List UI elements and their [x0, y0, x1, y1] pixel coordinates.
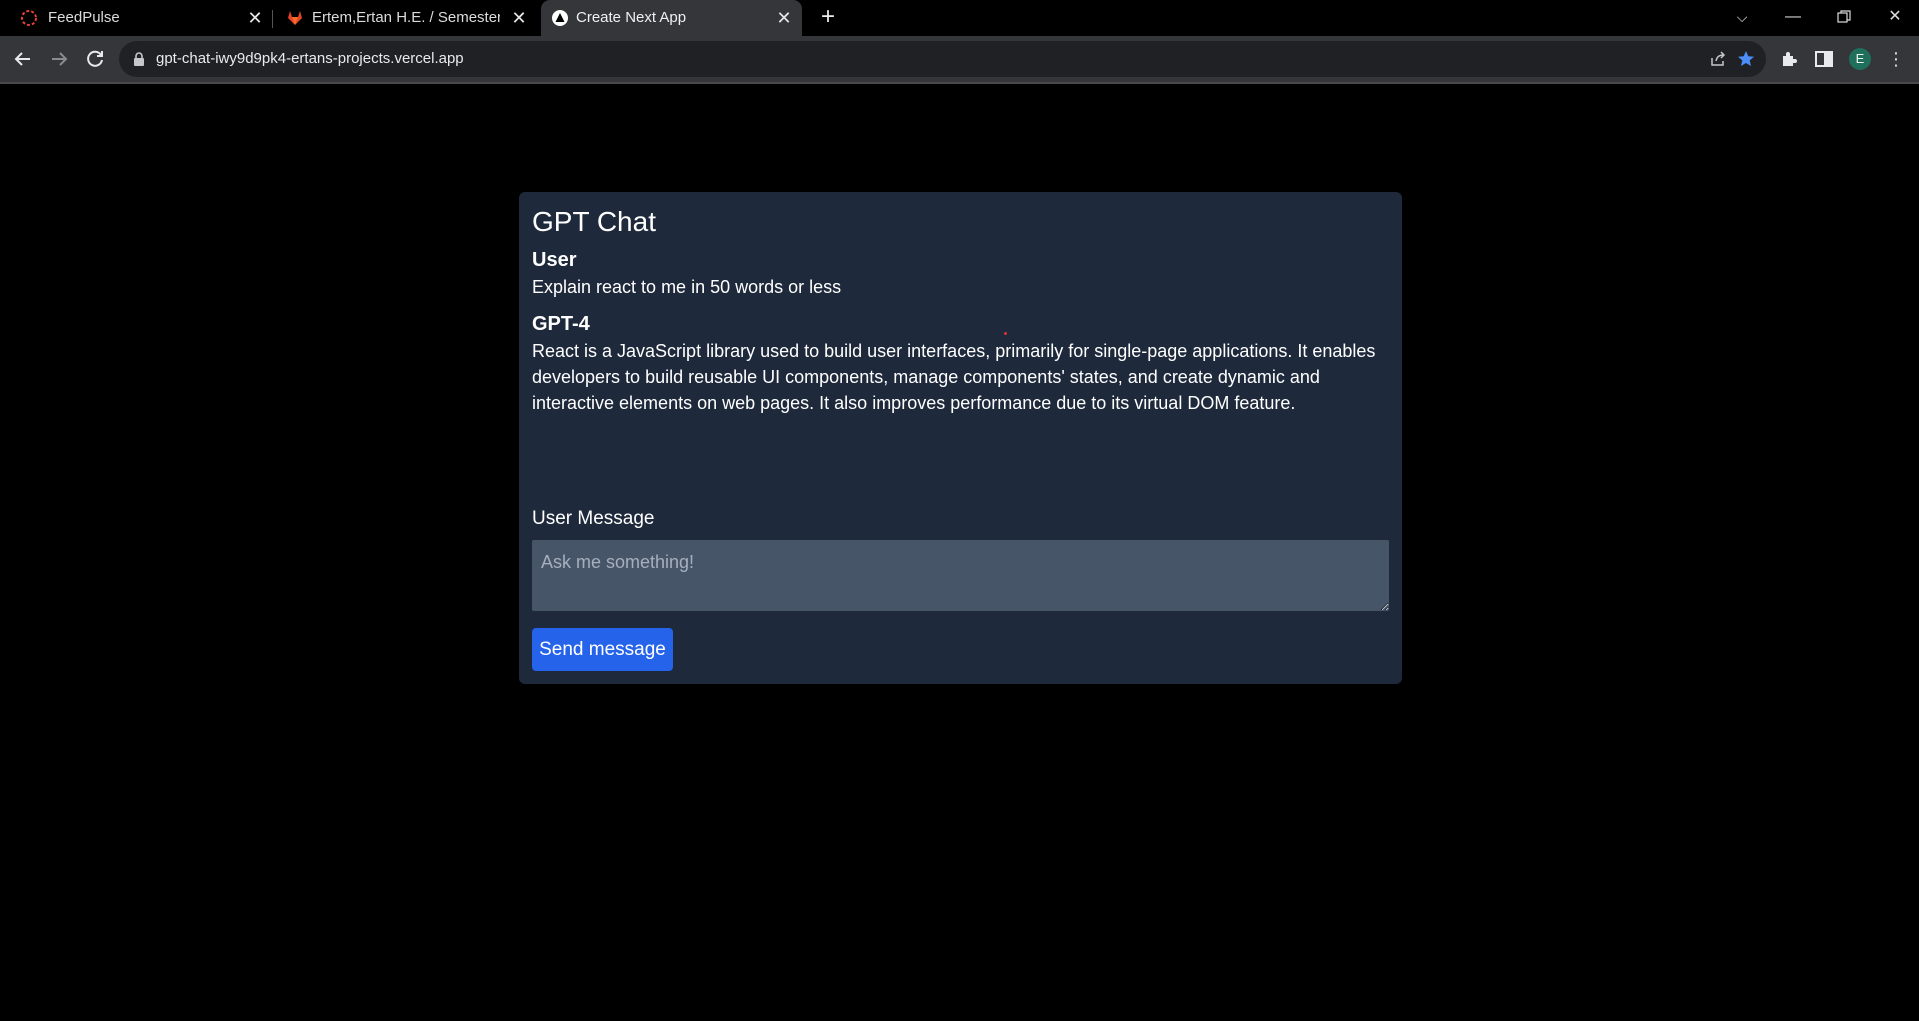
- menu-icon[interactable]: ⋮: [1886, 49, 1906, 69]
- message-user: User Explain react to me in 50 words or …: [532, 246, 1389, 300]
- cursor-dot: [1004, 332, 1007, 335]
- tab-gitlab[interactable]: Ertem,Ertan H.E. / Semester 3 Me ✕: [276, 0, 532, 36]
- new-tab-button[interactable]: +: [816, 5, 840, 30]
- close-icon[interactable]: ✕: [246, 9, 264, 27]
- tab-strip: FeedPulse ✕ Ertem,Ertan H.E. / Semester …: [0, 0, 1919, 36]
- gitlab-icon: [288, 11, 302, 25]
- chat-card: GPT Chat User Explain react to me in 50 …: [519, 192, 1402, 684]
- forward-icon[interactable]: [46, 46, 72, 72]
- extensions-icon[interactable]: [1779, 49, 1799, 69]
- back-icon[interactable]: [10, 46, 36, 72]
- restore-button[interactable]: [1829, 4, 1859, 30]
- lock-icon[interactable]: [133, 52, 145, 66]
- profile-avatar[interactable]: E: [1849, 48, 1871, 70]
- reload-icon[interactable]: [82, 46, 108, 72]
- browser-toolbar: gpt-chat-iwy9d9pk4-ertans-projects.verce…: [0, 36, 1919, 82]
- message-assistant: GPT-4 React is a JavaScript library used…: [532, 310, 1389, 416]
- message-role: GPT-4: [532, 313, 590, 335]
- user-message-input[interactable]: [532, 540, 1389, 611]
- tab-create-next-app[interactable]: Create Next App ✕: [541, 0, 802, 36]
- message-text: React is a JavaScript library used to bu…: [532, 341, 1376, 413]
- share-icon[interactable]: [1709, 50, 1727, 68]
- bookmark-star-icon[interactable]: [1737, 50, 1755, 68]
- close-icon[interactable]: ✕: [510, 9, 528, 27]
- page-viewport: GPT Chat User Explain react to me in 50 …: [0, 84, 1919, 1021]
- address-bar[interactable]: gpt-chat-iwy9d9pk4-ertans-projects.verce…: [119, 41, 1766, 77]
- tab-title: FeedPulse: [48, 9, 120, 26]
- tab-title: Ertem,Ertan H.E. / Semester 3 Me: [312, 9, 500, 26]
- side-panel-icon[interactable]: [1814, 49, 1834, 69]
- message-text: Explain react to me in 50 words or less: [532, 277, 842, 297]
- tab-title: Create Next App: [576, 9, 687, 26]
- tab-feedpulse[interactable]: FeedPulse ✕: [0, 0, 268, 36]
- tab-search-icon[interactable]: ⌵: [1727, 4, 1757, 30]
- minimize-button[interactable]: —: [1778, 4, 1808, 30]
- tab-divider: [272, 10, 273, 28]
- message-role: User: [532, 249, 577, 271]
- page-title: GPT Chat: [532, 206, 656, 237]
- send-message-button[interactable]: Send message: [532, 628, 673, 671]
- url-text[interactable]: gpt-chat-iwy9d9pk4-ertans-projects.verce…: [156, 50, 464, 68]
- close-icon[interactable]: ✕: [775, 9, 793, 27]
- user-message-label: User Message: [532, 508, 655, 529]
- close-window-button[interactable]: ✕: [1880, 4, 1910, 30]
- feedpulse-icon: [21, 10, 37, 26]
- restore-icon: [1837, 10, 1851, 23]
- nextjs-icon: [552, 10, 568, 26]
